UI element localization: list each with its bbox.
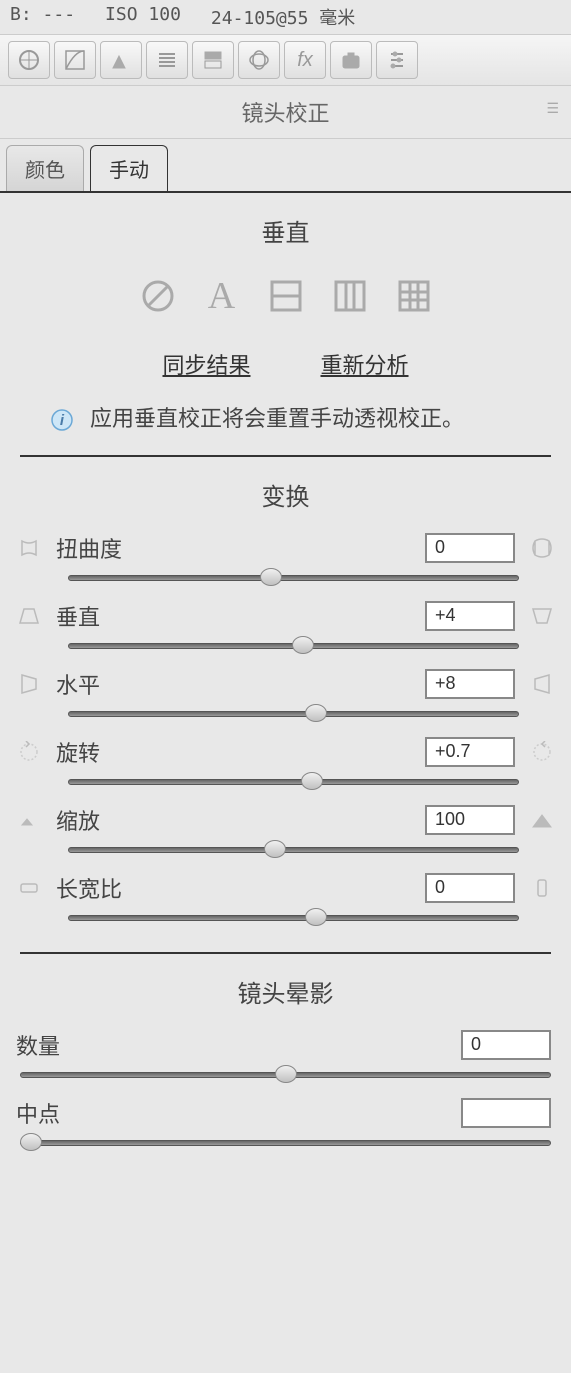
upright-level-icon[interactable]: [264, 274, 308, 318]
rotate-input[interactable]: [425, 737, 515, 767]
horizontal-slider[interactable]: [68, 708, 519, 720]
transform-sliders: 扭曲度 垂直 水平: [0, 528, 571, 936]
toolbar-lens-correction-icon[interactable]: [238, 41, 280, 79]
midpoint-input[interactable]: [461, 1098, 551, 1128]
upright-full-icon[interactable]: [392, 274, 436, 318]
aspect-right-icon: [529, 875, 555, 901]
distortion-right-icon: [529, 535, 555, 561]
top-info-bar: B: --- ISO 100 24-105@55 毫米: [0, 0, 571, 35]
distortion-left-icon: [16, 535, 42, 561]
rotate-label: 旋转: [52, 736, 415, 768]
amount-row: 数量: [16, 1025, 555, 1093]
amount-input[interactable]: [461, 1030, 551, 1060]
transform-title: 变换: [0, 457, 571, 528]
toolbar-hsl-icon[interactable]: [146, 41, 188, 79]
panel-header: 镜头校正 ☰: [0, 86, 571, 139]
horizontal-label: 水平: [52, 668, 415, 700]
rotate-right-icon: [529, 739, 555, 765]
iso-value: ISO 100: [105, 4, 181, 30]
vertical-row: 垂直: [16, 596, 555, 664]
scale-input[interactable]: [425, 805, 515, 835]
aspect-slider[interactable]: [68, 912, 519, 924]
vignette-title: 镜头晕影: [0, 954, 571, 1025]
tab-color[interactable]: 颜色: [6, 145, 84, 191]
horizontal-left-icon: [16, 671, 42, 697]
toolbar-camera-icon[interactable]: [330, 41, 372, 79]
vertical-slider[interactable]: [68, 640, 519, 652]
horizontal-row: 水平: [16, 664, 555, 732]
sync-results-link[interactable]: 同步结果: [162, 348, 250, 380]
horizontal-right-icon: [529, 671, 555, 697]
upright-title: 垂直: [0, 193, 571, 264]
upright-links: 同步结果 重新分析: [0, 338, 571, 404]
vertical-left-icon: [16, 603, 42, 629]
info-text: 应用垂直校正将会重置手动透视校正。: [90, 404, 464, 435]
scale-left-icon: [16, 807, 42, 833]
info-icon: i: [50, 408, 74, 432]
rotate-row: 旋转: [16, 732, 555, 800]
info-row: i 应用垂直校正将会重置手动透视校正。: [0, 404, 571, 455]
rotate-slider[interactable]: [68, 776, 519, 788]
toolbar-presets-icon[interactable]: [376, 41, 418, 79]
distortion-slider[interactable]: [68, 572, 519, 584]
panel-title: 镜头校正: [241, 101, 329, 126]
aspect-label: 长宽比: [52, 872, 415, 904]
lens-value: 24-105@55 毫米: [211, 4, 355, 30]
midpoint-row: 中点: [16, 1093, 555, 1161]
aspect-left-icon: [16, 875, 42, 901]
upright-vertical-icon[interactable]: [328, 274, 372, 318]
toolbar-split-tone-icon[interactable]: [192, 41, 234, 79]
upright-auto-icon[interactable]: A: [200, 274, 244, 318]
upright-off-icon[interactable]: [136, 274, 180, 318]
amount-slider[interactable]: [20, 1069, 551, 1081]
toolbar: fx: [0, 35, 571, 86]
amount-label: 数量: [16, 1029, 451, 1061]
distortion-row: 扭曲度: [16, 528, 555, 596]
toolbar-tone-curve-icon[interactable]: [54, 41, 96, 79]
scale-row: 缩放: [16, 800, 555, 868]
reanalyze-link[interactable]: 重新分析: [321, 348, 409, 380]
tab-manual[interactable]: 手动: [90, 145, 168, 191]
scale-label: 缩放: [52, 804, 415, 836]
upright-modes: A: [0, 264, 571, 338]
horizontal-input[interactable]: [425, 669, 515, 699]
b-label: B:: [10, 4, 32, 25]
vertical-input[interactable]: [425, 601, 515, 631]
scale-slider[interactable]: [68, 844, 519, 856]
vertical-right-icon: [529, 603, 555, 629]
panel-menu-icon[interactable]: ☰: [546, 100, 559, 117]
vignette-sliders: 数量 中点: [0, 1025, 571, 1161]
distortion-input[interactable]: [425, 533, 515, 563]
aspect-input[interactable]: [425, 873, 515, 903]
aspect-row: 长宽比: [16, 868, 555, 936]
vertical-label: 垂直: [52, 600, 415, 632]
scale-right-icon: [529, 807, 555, 833]
distortion-label: 扭曲度: [52, 532, 415, 564]
rotate-left-icon: [16, 739, 42, 765]
toolbar-basic-icon[interactable]: [8, 41, 50, 79]
b-value: ---: [43, 4, 76, 25]
toolbar-detail-icon[interactable]: [100, 41, 142, 79]
midpoint-slider[interactable]: [20, 1137, 551, 1149]
midpoint-label: 中点: [16, 1097, 451, 1129]
tabs: 颜色 手动: [0, 139, 571, 193]
toolbar-effects-icon[interactable]: fx: [284, 41, 326, 79]
